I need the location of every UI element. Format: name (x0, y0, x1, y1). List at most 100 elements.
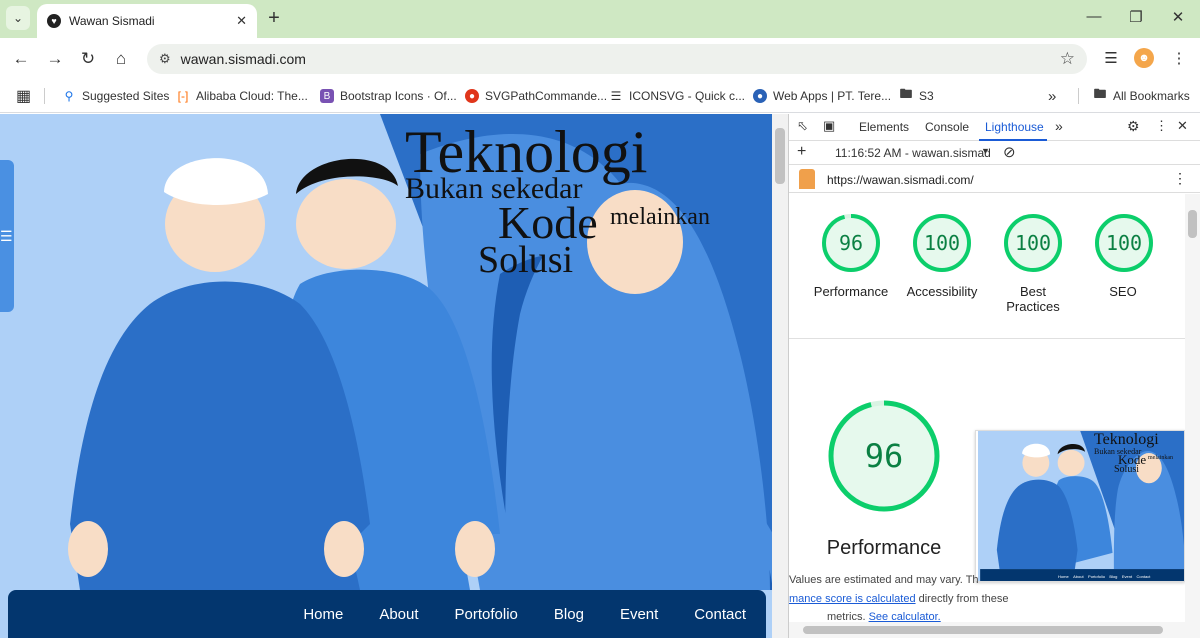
headline-word-5: Solusi (478, 239, 574, 281)
bookmark-item[interactable]: ⚲ Suggested Sites (62, 86, 170, 106)
close-window-button[interactable]: ✕ (1168, 8, 1188, 26)
score-calc-link[interactable]: mance score is calculated (789, 593, 916, 605)
search-icon: ⚲ (64, 89, 74, 103)
address-bar[interactable]: ⚙ wawan.sismadi.com ☆ (147, 44, 1087, 74)
report-url: https://wawan.sismadi.com/ (827, 173, 974, 187)
webapps-icon: ● (753, 89, 767, 103)
bookmark-item[interactable]: [-] Alibaba Cloud: The... (176, 86, 308, 106)
nav-blog[interactable]: Blog (554, 606, 584, 623)
scrollbar-thumb[interactable] (1188, 210, 1197, 238)
bookmark-item[interactable]: ● SVGPathCommande... (465, 86, 607, 106)
bookmark-item[interactable]: ● Web Apps | PT. Tere... (753, 86, 891, 106)
browser-menu-icon[interactable]: ⋮ (1168, 48, 1190, 70)
left-man-hand-left (68, 521, 108, 577)
big-gauge-label: Performance (826, 537, 942, 559)
score-gauge: 100 (913, 214, 971, 272)
gauge-value: 96 (865, 437, 904, 475)
thumb-headline-4: melainkan (1148, 455, 1173, 461)
tab-console[interactable]: Console (925, 120, 969, 134)
final-screenshot-thumbnail[interactable]: Teknologi Bukan sekedar Kode melainkan S… (975, 430, 1185, 582)
browser-tab[interactable]: ♥ Wawan Sismadi ✕ (37, 4, 257, 38)
gauge-label: Performance (813, 284, 889, 299)
middle-man-hand (455, 521, 495, 577)
new-tab-button[interactable]: + (264, 8, 284, 28)
home-button[interactable]: ⌂ (110, 48, 132, 70)
thumb-headline-5: Solusi (1114, 464, 1140, 475)
profile-avatar[interactable]: ☻ (1134, 48, 1156, 70)
tab-lighthouse[interactable]: Lighthouse (985, 120, 1044, 134)
more-tabs-icon[interactable]: » (1055, 118, 1063, 134)
thumbnail-page: Teknologi Bukan sekedar Kode melainkan S… (978, 431, 1184, 581)
hero-illustration (68, 114, 773, 590)
devtools-scrollbar[interactable] (1185, 194, 1200, 638)
new-report-icon[interactable]: + (797, 143, 806, 161)
nav-home[interactable]: Home (303, 606, 343, 623)
gauge-label: SEO (1109, 284, 1137, 299)
score-gauge: 100 (1004, 214, 1062, 272)
thumbnail-illustration (978, 431, 1184, 581)
bookmarks-bar: ▦ ⚲ Suggested Sites [-] Alibaba Cloud: The… (0, 80, 1200, 113)
all-bookmarks-button[interactable]: 🖿 All Bookmarks (1093, 86, 1189, 106)
gauge-value: 100 (924, 231, 960, 255)
clear-icon[interactable]: ⊘ (1003, 143, 1016, 161)
more-bookmarks-icon[interactable]: » (1048, 86, 1056, 106)
tab-elements[interactable]: Elements (859, 120, 909, 134)
close-devtools-icon[interactable]: ✕ (1177, 118, 1188, 134)
scrollbar-thumb[interactable] (775, 128, 785, 184)
score-gauge: 100 (1095, 214, 1153, 272)
devtools-menu-icon[interactable]: ⋮ (1155, 118, 1168, 134)
layers-icon: ☰ (610, 89, 622, 103)
divider (789, 338, 1185, 339)
bookmark-item[interactable]: B Bootstrap Icons · Of... (320, 86, 457, 106)
estimate-note-line2: mance score is calculated directly from … (789, 593, 1009, 605)
nav-event[interactable]: Event (620, 606, 658, 623)
device-toggle-icon[interactable]: ▣ (823, 118, 835, 134)
left-man-cap (164, 158, 268, 206)
url-text[interactable]: wawan.sismadi.com (181, 51, 1060, 67)
tab-strip: ⌄ ♥ Wawan Sismadi ✕ + — ❐ ✕ (0, 0, 1200, 38)
bookmark-item[interactable]: ☰ ICONSVG - Quick c... (609, 86, 745, 106)
inspect-icon[interactable]: ⬁ (797, 118, 808, 134)
lighthouse-logo-icon (799, 169, 815, 189)
side-drawer-handle[interactable]: ☰ (0, 160, 14, 312)
tab-search-button[interactable]: ⌄ (6, 6, 30, 30)
alibaba-icon: [-] (177, 89, 189, 103)
media-control-icon[interactable]: ☰ (1100, 48, 1122, 70)
lighthouse-report-bar: + 11:16:52 AM - wawan.sismad ▼ ⊘ (789, 141, 1200, 165)
forward-button[interactable]: → (44, 48, 66, 70)
restore-button[interactable]: ❐ (1126, 8, 1146, 26)
site-info-icon[interactable]: ⚙ (159, 51, 171, 67)
headline-word-4: melainkan (610, 204, 710, 230)
dropdown-caret-icon[interactable]: ▼ (981, 146, 990, 156)
page-scrollbar[interactable] (772, 114, 788, 638)
bookmark-item[interactable]: 🖿 S3 (899, 86, 933, 106)
menu-lines-icon[interactable]: ☰ (0, 228, 18, 245)
settings-gear-icon[interactable]: ⚙ (1127, 118, 1140, 135)
nav-about[interactable]: About (379, 606, 418, 623)
divider (44, 88, 45, 104)
close-tab-icon[interactable]: ✕ (236, 13, 247, 29)
back-button[interactable]: ← (10, 48, 32, 70)
svgpath-icon: ● (465, 89, 479, 103)
scrollbar-thumb[interactable] (803, 626, 1163, 634)
tab-title: Wawan Sismadi (69, 14, 155, 28)
report-selector[interactable]: 11:16:52 AM - wawan.sismad (835, 146, 991, 160)
minimize-button[interactable]: — (1084, 8, 1104, 25)
devtools-tabbar: ⬁ ▣ Elements Console Lighthouse » ⚙ ⋮ ✕ (789, 114, 1200, 141)
webpage-viewport: ☰ Teknologi Bukan sekedar Kode melainkan… (0, 114, 773, 638)
left-man-hand-right (324, 521, 364, 577)
report-menu-icon[interactable]: ⋮ (1173, 170, 1187, 187)
nav-portofolio[interactable]: Portofolio (455, 606, 518, 623)
bootstrap-icon: B (320, 89, 334, 103)
apps-grid-icon[interactable]: ▦ (16, 86, 31, 106)
bookmark-star-icon[interactable]: ☆ (1060, 49, 1075, 69)
nav-contact[interactable]: Contact (694, 606, 746, 623)
devtools-hscrollbar[interactable] (789, 622, 1185, 638)
middle-man-face (296, 179, 396, 269)
favicon-heart-icon: ♥ (47, 14, 61, 28)
gauge-value: 100 (1106, 231, 1142, 255)
score-gauge: 96 (822, 214, 880, 272)
gauge-label: Best Practices (1006, 284, 1060, 314)
reload-button[interactable]: ↻ (77, 48, 99, 70)
gauge-value: 100 (1015, 231, 1051, 255)
